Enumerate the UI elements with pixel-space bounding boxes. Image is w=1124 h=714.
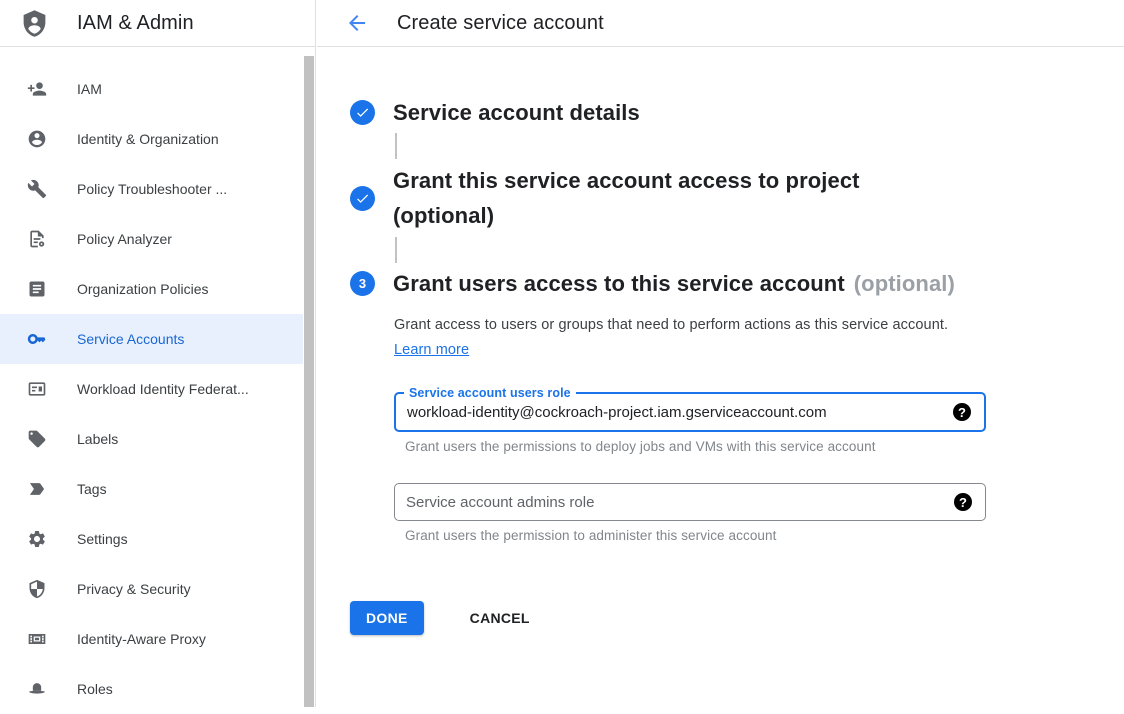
sidebar-nav: IAM Identity & Organization Policy Troub…	[0, 47, 315, 714]
step-3-number-badge: 3	[350, 271, 375, 296]
sidebar-item-label: Roles	[77, 681, 113, 697]
cancel-button[interactable]: CANCEL	[458, 602, 542, 634]
users-role-helper-text: Grant users the permissions to deploy jo…	[405, 439, 1124, 454]
sidebar-item-organization-policies[interactable]: Organization Policies	[0, 264, 303, 314]
step-connector	[395, 237, 397, 263]
sidebar-item-service-accounts[interactable]: Service Accounts	[0, 314, 303, 364]
back-arrow-icon[interactable]	[345, 11, 369, 35]
label-tag-icon	[27, 429, 47, 449]
article-icon	[27, 279, 47, 299]
tag-arrow-icon	[27, 479, 47, 499]
wizard: Service account details Grant this servi…	[317, 47, 1124, 635]
admins-role-input[interactable]	[395, 484, 985, 520]
step-connector	[395, 133, 397, 159]
step-2-title: Grant this service account access to pro…	[393, 163, 860, 233]
sidebar-item-policy-troubleshooter[interactable]: Policy Troubleshooter ...	[0, 164, 303, 214]
proxy-strip-icon	[27, 629, 47, 649]
main-panel: Create service account Service account d…	[317, 0, 1124, 707]
step-2-optional-label: (optional)	[393, 198, 860, 233]
step-3-body: Grant access to users or groups that nee…	[394, 313, 1124, 543]
page-header: Create service account	[317, 0, 1124, 47]
page-title: Create service account	[397, 12, 604, 35]
sidebar-item-iam[interactable]: IAM	[0, 64, 303, 114]
sidebar: IAM & Admin IAM Identity & Organization …	[0, 0, 316, 707]
sidebar-header: IAM & Admin	[0, 0, 315, 47]
sidebar-item-settings[interactable]: Settings	[0, 514, 303, 564]
description-text: Grant access to users or groups that nee…	[394, 317, 948, 333]
wrench-icon	[27, 179, 47, 199]
step-3-number: 3	[359, 276, 366, 291]
gear-icon	[27, 529, 47, 549]
sidebar-item-label: Policy Analyzer	[77, 231, 172, 247]
action-buttons: DONE CANCEL	[350, 601, 1124, 635]
hat-icon	[27, 679, 47, 699]
sidebar-item-label: Workload Identity Federat...	[77, 381, 249, 397]
sidebar-item-label: Labels	[77, 431, 118, 447]
sidebar-scrollbar-thumb[interactable]	[304, 56, 314, 707]
sidebar-item-label: Tags	[77, 481, 107, 497]
service-account-admins-role-field: ?	[394, 483, 986, 521]
product-title: IAM & Admin	[77, 12, 194, 35]
sidebar-item-identity-aware-proxy[interactable]: Identity-Aware Proxy	[0, 614, 303, 664]
step-3-optional-label: (optional)	[854, 271, 955, 296]
step-3: 3 Grant users access to this service acc…	[350, 267, 1124, 300]
done-button[interactable]: DONE	[350, 601, 424, 635]
step-1: Service account details	[350, 96, 1124, 129]
sidebar-item-identity-organization[interactable]: Identity & Organization	[0, 114, 303, 164]
sidebar-item-labels[interactable]: Labels	[0, 414, 303, 464]
iam-shield-logo-icon	[20, 7, 49, 40]
sidebar-item-tags[interactable]: Tags	[0, 464, 303, 514]
step-2-complete-check-icon	[350, 186, 375, 211]
document-gear-icon	[27, 229, 47, 249]
admins-role-helper-text: Grant users the permission to administer…	[405, 528, 1124, 543]
step-2-title-text: Grant this service account access to pro…	[393, 163, 860, 198]
step-3-title-text: Grant users access to this service accou…	[393, 271, 845, 296]
sidebar-item-policy-analyzer[interactable]: Policy Analyzer	[0, 214, 303, 264]
users-role-field-label: Service account users role	[404, 385, 576, 401]
learn-more-link[interactable]: Learn more	[394, 342, 469, 358]
help-icon[interactable]: ?	[954, 493, 972, 511]
sidebar-item-privacy-security[interactable]: Privacy & Security	[0, 564, 303, 614]
service-account-users-role-field: Service account users role ?	[394, 392, 986, 432]
sidebar-item-label: Policy Troubleshooter ...	[77, 181, 227, 197]
shield-half-icon	[27, 579, 47, 599]
sidebar-item-workload-identity-federation[interactable]: Workload Identity Federat...	[0, 364, 303, 414]
sidebar-item-label: Identity & Organization	[77, 131, 219, 147]
badge-card-icon	[27, 379, 47, 399]
sidebar-item-label: IAM	[77, 81, 102, 97]
sidebar-item-label: Privacy & Security	[77, 581, 191, 597]
sidebar-scrollbar	[303, 48, 315, 707]
person-add-icon	[27, 79, 47, 99]
step-2: Grant this service account access to pro…	[350, 163, 1124, 233]
key-icon	[27, 329, 47, 349]
sidebar-item-label: Service Accounts	[77, 331, 184, 347]
sidebar-item-label: Settings	[77, 531, 128, 547]
step-3-description: Grant access to users or groups that nee…	[394, 313, 952, 363]
help-icon[interactable]: ?	[953, 403, 971, 421]
step-1-complete-check-icon	[350, 100, 375, 125]
sidebar-item-label: Organization Policies	[77, 281, 209, 297]
sidebar-item-label: Identity-Aware Proxy	[77, 631, 206, 647]
step-3-title: Grant users access to this service accou…	[393, 267, 955, 300]
step-1-title: Service account details	[393, 96, 640, 129]
account-circle-icon	[27, 129, 47, 149]
